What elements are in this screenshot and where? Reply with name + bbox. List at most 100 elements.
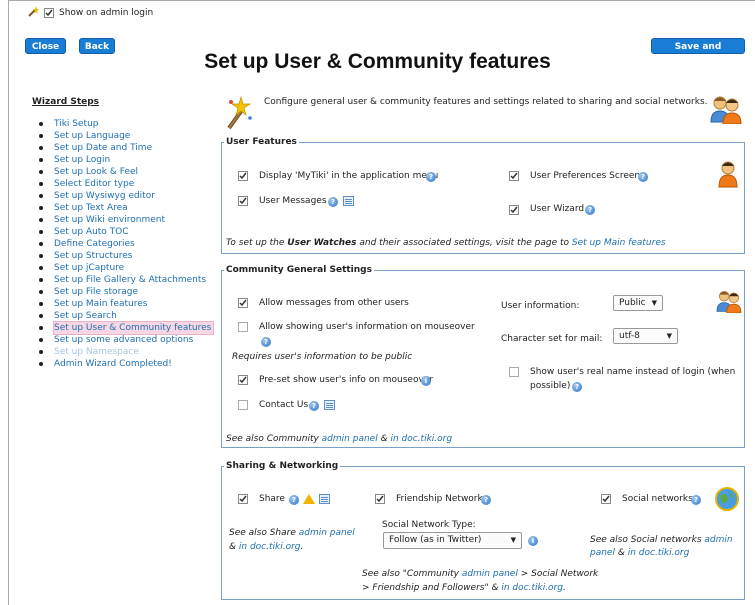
info-icon[interactable]: i <box>528 536 538 546</box>
community-social-see-also-line2: > Friendship and Followers" & in doc.tik… <box>362 582 566 594</box>
share-checkbox[interactable] <box>238 494 248 504</box>
help-icon[interactable]: ? <box>572 382 582 392</box>
charset-label: Character set for mail: <box>501 334 603 344</box>
wizard-step[interactable]: Set up Auto TOC <box>38 226 213 238</box>
comm-admin-panel-link[interactable]: admin panel <box>462 569 518 579</box>
frame-left-border <box>8 0 9 605</box>
share-doc-tiki-link[interactable]: in doc.tiki.org <box>239 542 301 552</box>
warning-icon <box>303 494 315 504</box>
wizard-step[interactable]: Define Categories <box>38 238 213 250</box>
social-see-also-line2: panel & in doc.tiki.org <box>590 547 689 559</box>
users-group-icon <box>715 289 743 316</box>
share-see-prefix: See also Share <box>229 528 299 538</box>
wizard-step[interactable]: Set up jCapture <box>38 262 213 274</box>
wizard-step[interactable]: Set up Look & Feel <box>38 166 213 178</box>
dropdown-arrow-icon: ▼ <box>510 536 516 544</box>
help-icon[interactable]: ? <box>261 337 271 347</box>
user-information-label: User information: <box>501 301 580 311</box>
frame-top-border <box>8 0 755 1</box>
help-icon[interactable]: ? <box>328 197 338 207</box>
show-on-admin-login-label: Show on admin login <box>59 8 154 18</box>
community-legend: Community General Settings <box>224 265 374 275</box>
user-features-legend: User Features <box>224 137 299 147</box>
social-network-type-select[interactable]: Follow (as in Twitter) ▼ <box>383 532 522 549</box>
wizard-step-current[interactable]: Set up User & Community features <box>38 321 215 335</box>
charset-select[interactable]: utf-8 ▼ <box>613 328 678 344</box>
wizard-step[interactable]: Set up Language <box>38 130 213 142</box>
share-see-sep: & <box>229 542 239 552</box>
social-admin-link[interactable]: admin <box>704 535 732 545</box>
help-icon[interactable]: ? <box>691 495 701 505</box>
wizard-step[interactable]: Admin Wizard Completed! <box>38 358 213 370</box>
page-title: Set up User & Community features <box>204 50 551 73</box>
wizard-step[interactable]: Set up some advanced options <box>38 334 213 346</box>
social-see-also: See also Social networks admin <box>590 534 733 546</box>
real-name-label: Show user's real name instead of login (… <box>530 367 736 377</box>
info-icon[interactable]: i <box>421 376 431 386</box>
admin-panel-icon[interactable] <box>319 494 330 504</box>
note-prefix: To set up the <box>226 238 288 248</box>
social-networks-label: Social networks <box>622 494 693 504</box>
wizard-step[interactable]: Set up File storage <box>38 286 213 298</box>
user-wizard-checkbox[interactable] <box>509 205 519 215</box>
wizard-step[interactable]: Set up Main features <box>38 298 213 310</box>
wizard-step[interactable]: Select Editor type <box>38 178 213 190</box>
social-doc-tiki-link[interactable]: in doc.tiki.org <box>628 548 690 558</box>
user-messages-checkbox[interactable] <box>238 196 248 206</box>
help-icon[interactable]: ? <box>426 172 436 182</box>
community-see-also: See also Community admin panel & in doc.… <box>226 433 452 445</box>
community-social-see-also: See also "Community admin panel > Social… <box>362 568 598 580</box>
wizard-step[interactable]: Set up Date and Time <box>38 142 213 154</box>
help-icon[interactable]: ? <box>585 205 595 215</box>
wizard-step[interactable]: Set up Text Area <box>38 202 213 214</box>
doc-tiki-link[interactable]: in doc.tiki.org <box>390 434 452 444</box>
wizard-step[interactable]: Set up Login <box>38 154 213 166</box>
preset-show-checkbox[interactable] <box>238 375 248 385</box>
wizard-step-disabled: Set up Namespace <box>38 346 213 358</box>
help-icon[interactable]: ? <box>481 495 491 505</box>
user-information-select[interactable]: Public ▼ <box>613 295 663 311</box>
admin-panel-link[interactable]: admin panel <box>322 434 378 444</box>
comm-see-prefix: See also "Community <box>362 569 462 579</box>
share-see-end: . <box>300 542 304 552</box>
wizard-steps-list: Tiki Setup Set up Language Set up Date a… <box>38 118 215 370</box>
dropdown-arrow-icon: ▼ <box>651 299 657 307</box>
wizard-step[interactable]: Set up Wiki environment <box>38 214 213 226</box>
preset-show-label: Pre-set show user's info on mouseover <box>259 375 434 385</box>
contact-us-checkbox[interactable] <box>238 400 248 410</box>
mytiki-checkbox[interactable] <box>238 171 248 181</box>
allow-messages-checkbox[interactable] <box>238 298 248 308</box>
comm-see-end: . <box>562 583 566 593</box>
comm-doc-tiki-link[interactable]: in doc.tiki.org <box>501 583 563 593</box>
comm-see-line2: > Friendship and Followers" & <box>362 583 502 593</box>
user-prefs-checkbox[interactable] <box>509 171 519 181</box>
social-see-prefix: See also Social networks <box>590 535 705 545</box>
note-bold: User Watches <box>287 238 357 248</box>
share-label: Share <box>259 494 285 504</box>
social-networks-checkbox[interactable] <box>601 494 611 504</box>
admin-panel-icon[interactable] <box>324 400 335 410</box>
wizard-step[interactable]: Set up File Gallery & Attachments <box>38 274 213 286</box>
comm-see-mid: > Social Network <box>517 569 599 579</box>
allow-showing-checkbox[interactable] <box>238 322 248 332</box>
user-watches-note: To set up the User Watches and their ass… <box>226 237 666 249</box>
friendship-network-label: Friendship Network <box>396 494 483 504</box>
see-also-prefix: See also Community <box>226 434 322 444</box>
friendship-network-checkbox[interactable] <box>375 494 385 504</box>
show-on-admin-login-checkbox[interactable] <box>44 8 54 18</box>
help-icon[interactable]: ? <box>289 495 299 505</box>
social-panel-link[interactable]: panel <box>590 548 615 558</box>
wizard-step[interactable]: Set up Structures <box>38 250 213 262</box>
real-name-checkbox[interactable] <box>509 367 519 377</box>
help-icon[interactable]: ? <box>638 172 648 182</box>
wizard-step[interactable]: Set up Search <box>38 310 213 322</box>
allow-messages-label: Allow messages from other users <box>259 298 409 308</box>
sharing-legend: Sharing & Networking <box>224 461 341 471</box>
wizard-step[interactable]: Tiki Setup <box>38 118 213 130</box>
admin-panel-icon[interactable] <box>343 196 354 206</box>
share-admin-panel-link[interactable]: admin panel <box>299 528 355 538</box>
share-see-also: See also Share admin panel <box>229 527 355 539</box>
help-icon[interactable]: ? <box>309 401 319 411</box>
wizard-step[interactable]: Set up Wysiwyg editor <box>38 190 213 202</box>
setup-main-features-link[interactable]: Set up Main features <box>572 238 666 248</box>
